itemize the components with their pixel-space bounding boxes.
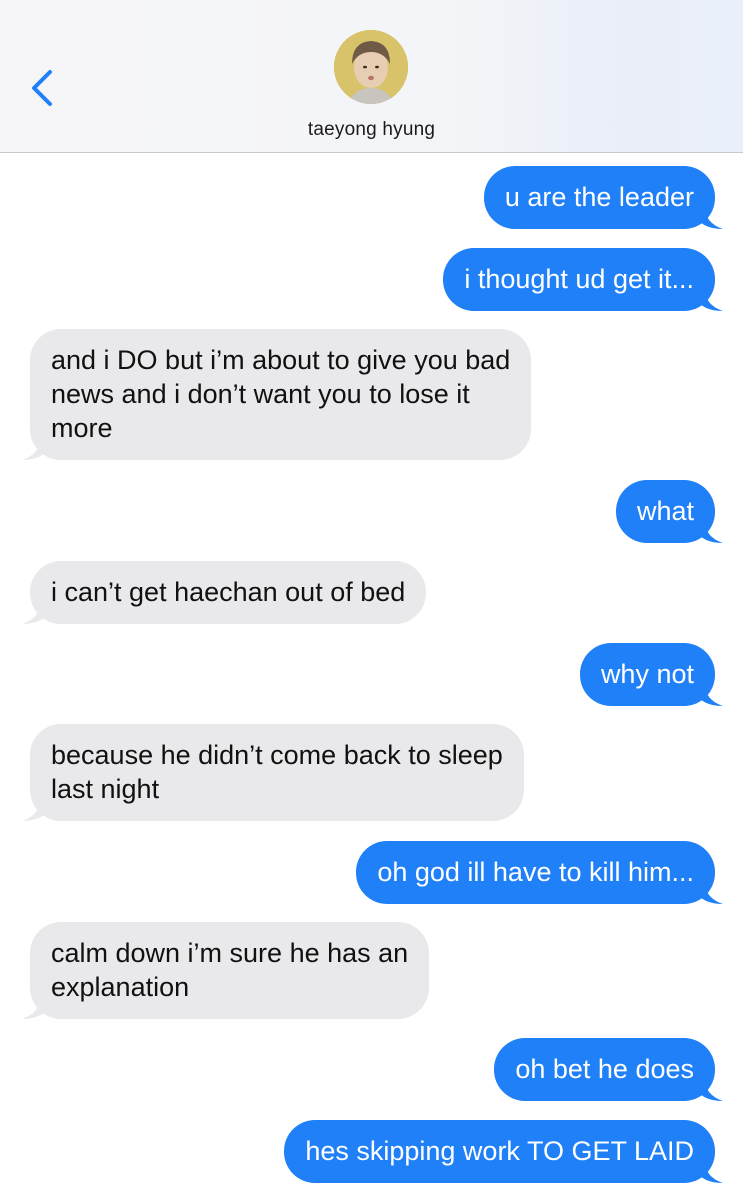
received-message-bubble[interactable]: and i DO but i’m about to give you bad n… xyxy=(22,329,532,460)
sent-message-bubble[interactable]: why not xyxy=(579,643,723,706)
received-message-bubble[interactable]: i can’t get haechan out of bed xyxy=(22,561,427,624)
received-message-bubble[interactable]: calm down i’m sure he has an explanation xyxy=(22,922,430,1019)
message-text: oh bet he does xyxy=(515,1054,694,1084)
message-text: i thought ud get it... xyxy=(464,264,694,294)
sent-message-bubble[interactable]: oh god ill have to kill him... xyxy=(356,841,723,904)
received-message-bubble[interactable]: because he didn’t come back to sleep las… xyxy=(22,724,524,821)
conversation-header: taeyong hyung xyxy=(0,0,743,153)
sent-message-bubble[interactable]: i thought ud get it... xyxy=(443,248,723,311)
sent-message-bubble[interactable]: hes skipping work TO GET LAID xyxy=(284,1120,723,1183)
contact-name[interactable]: taeyong hyung xyxy=(0,119,743,141)
bubble-tail-icon xyxy=(699,521,723,543)
bubble-tail-icon xyxy=(22,602,46,624)
bubble-tail-icon xyxy=(22,438,46,460)
bubble-tail-icon xyxy=(699,684,723,706)
message-text: hes skipping work TO GET LAID xyxy=(305,1136,694,1166)
bubble-tail-icon xyxy=(699,1161,723,1183)
message-text: calm down i’m sure he has an xyxy=(51,938,409,968)
avatar[interactable] xyxy=(334,30,408,104)
bubble-tail-icon xyxy=(699,882,723,904)
bubble-tail-icon xyxy=(699,289,723,311)
chevron-left-icon xyxy=(32,70,52,106)
message-text: news and i don’t want you to lose it xyxy=(51,379,470,409)
sent-message-bubble[interactable]: what xyxy=(615,480,723,543)
message-text: last night xyxy=(51,774,160,804)
message-text: why not xyxy=(600,659,694,689)
bubble-tail-icon xyxy=(699,207,723,229)
message-text: more xyxy=(51,413,113,443)
back-button[interactable] xyxy=(22,64,62,112)
bubble-tail-icon xyxy=(22,997,46,1019)
message-text: what xyxy=(636,496,694,526)
message-text: u are the leader xyxy=(504,182,694,212)
message-text: oh god ill have to kill him... xyxy=(377,857,694,887)
message-text: and i DO but i’m about to give you bad xyxy=(51,345,511,375)
avatar-photo xyxy=(334,30,408,104)
message-text: explanation xyxy=(51,972,190,1002)
message-text: i can’t get haechan out of bed xyxy=(51,577,406,607)
bubble-tail-icon xyxy=(22,799,46,821)
bubble-tail-icon xyxy=(699,1079,723,1101)
message-text: because he didn’t come back to sleep xyxy=(51,740,503,770)
sent-message-bubble[interactable]: oh bet he does xyxy=(494,1038,723,1101)
sent-message-bubble[interactable]: u are the leader xyxy=(483,166,723,229)
